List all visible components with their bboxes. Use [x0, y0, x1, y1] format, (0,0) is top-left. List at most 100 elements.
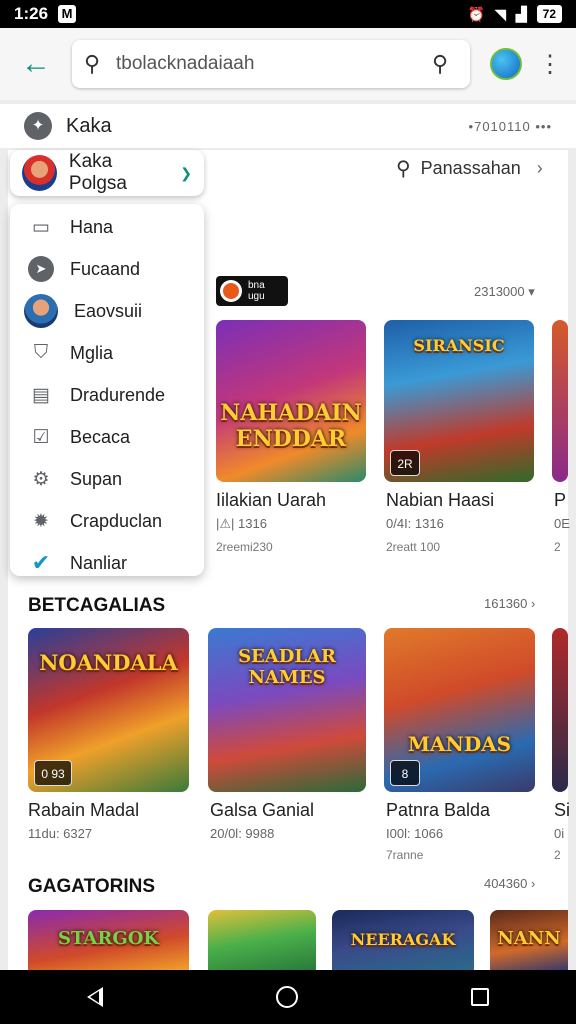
section-see-more[interactable]: 404360 ›	[484, 876, 535, 891]
nav-recents-icon[interactable]	[471, 988, 490, 1006]
game-meta: |⚠| 1316	[216, 516, 267, 531]
game-title[interactable]: Patnra Balda	[386, 800, 490, 821]
document-icon: ▤	[32, 384, 50, 406]
section-badge[interactable]: bna ugu	[216, 276, 288, 306]
menu-item-label: Dradurende	[70, 384, 166, 405]
gear-icon: ⚙	[32, 468, 50, 490]
sub-header-status: •7010110 •••	[468, 118, 552, 134]
search-icon: ⚲	[396, 158, 411, 180]
game-card-image[interactable]: NAHADAIN ENDDAR	[216, 320, 366, 482]
game-card-image[interactable]: SIRANSIC 2R	[384, 320, 534, 482]
avatar-icon	[24, 294, 58, 328]
back-arrow-icon[interactable]: ←	[0, 28, 72, 100]
brand-logo-icon	[220, 280, 242, 302]
game-art-title: MANDAS	[407, 732, 512, 756]
rating-badge: 2R	[390, 450, 420, 476]
profile-name: Kaka Polgsa	[68, 151, 127, 194]
clock: 1:26	[14, 4, 49, 23]
menu-item-label: Becaca	[70, 426, 131, 447]
nav-home-icon[interactable]	[275, 986, 298, 1008]
settings-icon: ✹	[33, 510, 49, 532]
game-title[interactable]: Iilakian Uarah	[216, 490, 326, 511]
game-title[interactable]: Si	[554, 800, 570, 821]
navigation-icon: ➤	[28, 256, 54, 282]
section-title: GAGATORINS	[28, 876, 156, 897]
game-title[interactable]: Galsa Ganial	[210, 800, 314, 821]
game-card-image[interactable]: SEADLAR NAMES	[208, 628, 366, 792]
game-title[interactable]: P	[554, 490, 566, 511]
game-meta-secondary: 2reemi230	[216, 540, 273, 554]
compass-icon[interactable]: ✦	[24, 112, 52, 140]
game-title[interactable]: Rabain Madal	[28, 800, 139, 821]
top-search-label: Panassahan	[420, 158, 521, 178]
game-card-image[interactable]: NEERAGAK	[332, 910, 474, 970]
nav-back-icon[interactable]	[86, 987, 103, 1007]
section-title: BETCAGALIAS	[28, 595, 166, 616]
game-card-image[interactable]: MANDAS 8	[384, 628, 535, 792]
chevron-right-icon: ❯	[180, 164, 192, 181]
gmail-notification-icon: M	[58, 5, 77, 23]
menu-item-label: Hana	[70, 216, 114, 237]
game-card-image[interactable]	[552, 628, 568, 792]
game-card-image[interactable]: NANN	[490, 910, 568, 970]
menu-item-label: Mglia	[70, 342, 114, 363]
menu-item-label: Nanliar	[70, 552, 128, 573]
menu-item[interactable]: ▤ Dradurende	[10, 374, 204, 416]
game-meta-secondary: 7ranne	[386, 848, 424, 862]
battery-icon: 72	[536, 5, 562, 23]
game-title[interactable]: Nabian Haasi	[386, 490, 494, 511]
game-card-image[interactable]	[552, 320, 568, 482]
game-meta: 20/0l: 9988	[210, 826, 275, 841]
rating-badge: 0 93	[34, 760, 72, 786]
sub-header-title: Kaka	[66, 114, 112, 137]
chevron-right-icon: ›	[536, 158, 543, 178]
rating-badge: 8	[390, 760, 420, 786]
menu-item-label: Fucaand	[70, 258, 141, 279]
menu-item[interactable]: ▭ Hana	[10, 206, 204, 248]
game-art-title: SIRANSIC	[413, 336, 505, 355]
top-search-link[interactable]: ⚲ Panassahan ›	[396, 156, 543, 181]
folder-icon: ▭	[32, 216, 50, 238]
game-art-title: NANN	[497, 928, 561, 949]
game-art-title: SEADLAR NAMES	[238, 646, 336, 688]
search-icon: ⚲	[84, 51, 101, 76]
system-nav-bar	[0, 970, 576, 1024]
game-card-image[interactable]: NOANDALA 0 93	[28, 628, 189, 792]
profile-avatar	[22, 155, 57, 191]
menu-item[interactable]: Eaovsuii	[10, 290, 204, 332]
menu-item[interactable]: ✹ Crapduclan	[10, 500, 204, 542]
game-art-title: NAHADAIN ENDDAR	[220, 400, 362, 452]
alarm-icon: ⏰	[467, 5, 486, 22]
game-meta: 0/4I: 1316	[386, 516, 444, 531]
wifi-icon: ◥	[495, 5, 506, 22]
search-submit-icon[interactable]: ⚲	[432, 51, 458, 77]
section-see-more[interactable]: 161360 ›	[484, 596, 535, 611]
account-globe-icon[interactable]	[490, 48, 522, 80]
more-options-icon[interactable]: ⋮	[538, 50, 562, 79]
game-meta-secondary: 2reatt 100	[386, 540, 441, 554]
sub-header: ✦ Kaka •7010110 •••	[0, 104, 576, 148]
menu-item[interactable]: ⛉ Mglia	[10, 332, 204, 374]
game-card-image[interactable]	[208, 910, 316, 970]
menu-item[interactable]: ☑ Becaca	[10, 416, 204, 458]
badge-label: bna ugu	[247, 280, 265, 302]
profile-dropdown-menu: ▭ Hana ➤ Fucaand Eaovsuii ⛉ Mglia ▤ Drad…	[10, 204, 204, 576]
game-meta: I00l: 1066	[386, 826, 444, 841]
game-card-image[interactable]: STARGOK	[28, 910, 189, 970]
section-count[interactable]: 2313000 ▾	[474, 284, 535, 300]
search-box[interactable]: ⚲ tbolacknadaiaah ⚲	[72, 40, 470, 88]
profile-selector[interactable]: Kaka Polgsa ❯	[10, 150, 204, 196]
menu-item-label: Crapduclan	[70, 510, 163, 531]
menu-item[interactable]: ⚙ Supan	[10, 458, 204, 500]
menu-item-label: Eaovsuii	[74, 300, 143, 321]
game-meta-secondary: 2	[554, 848, 561, 862]
menu-item-label: Supan	[70, 468, 123, 489]
menu-item[interactable]: ✔ Nanliar	[10, 542, 204, 584]
search-input[interactable]: tbolacknadaiaah	[110, 53, 432, 75]
menu-item[interactable]: ➤ Fucaand	[10, 248, 204, 290]
system-icons: ⏰ ◥ ▟ 72	[468, 5, 562, 23]
game-art-title: STARGOK	[57, 928, 160, 949]
game-meta: 11du: 6327	[28, 826, 93, 841]
app-bar: ← ⚲ tbolacknadaiaah ⚲ ⋮	[0, 28, 576, 100]
game-meta: 0i	[554, 826, 565, 841]
